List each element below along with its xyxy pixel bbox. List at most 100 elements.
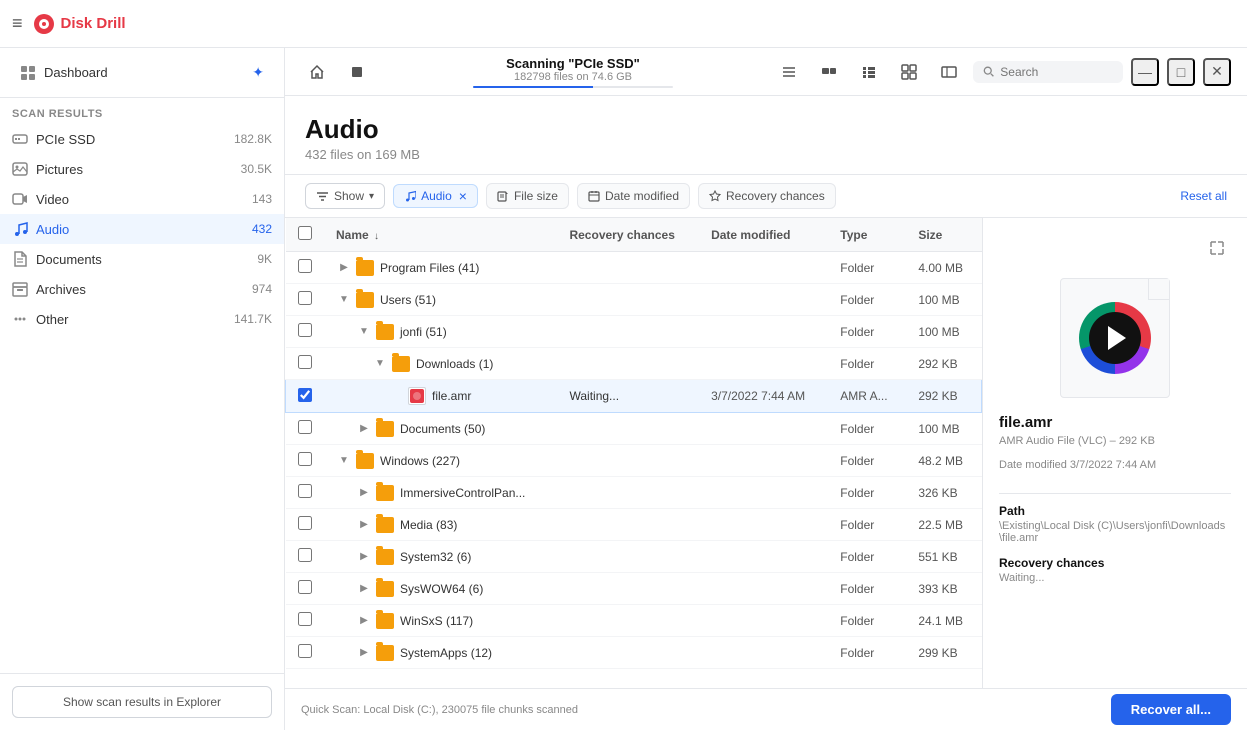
date-cell: [699, 573, 828, 605]
col-name[interactable]: Name ↓: [324, 218, 557, 252]
row-checkbox[interactable]: [298, 355, 312, 369]
sidebar-item-pictures[interactable]: Pictures 30.5K: [0, 154, 284, 184]
date-cell: [699, 637, 828, 669]
reset-all-link[interactable]: Reset all: [1180, 189, 1227, 203]
table-row[interactable]: ▶Documents (50)Folder100 MB: [286, 413, 982, 445]
table-row[interactable]: ▶SysWOW64 (6)Folder393 KB: [286, 573, 982, 605]
row-checkbox[interactable]: [298, 484, 312, 498]
video-icon: [12, 191, 28, 207]
row-checkbox[interactable]: [298, 548, 312, 562]
expand-button[interactable]: ▶: [336, 260, 352, 276]
file-name: ImmersiveControlPan...: [400, 486, 525, 500]
home-button[interactable]: [301, 56, 333, 88]
type-cell: Folder: [828, 348, 906, 380]
date-cell: 3/7/2022 7:44 AM: [699, 380, 828, 413]
row-checkbox[interactable]: [298, 612, 312, 626]
table-row[interactable]: ▶Media (83)Folder22.5 MB: [286, 509, 982, 541]
table-row[interactable]: ▶SystemApps (12)Folder299 KB: [286, 637, 982, 669]
search-input[interactable]: [1000, 65, 1113, 79]
sidebar-item-label-docs: Documents: [36, 252, 249, 267]
search-icon: [983, 65, 994, 78]
row-checkbox[interactable]: [298, 291, 312, 305]
sidebar-item-archives[interactable]: Archives 974: [0, 274, 284, 304]
recover-button[interactable]: Recover all...: [1111, 694, 1231, 725]
row-checkbox[interactable]: [298, 580, 312, 594]
expand-button[interactable]: ▶: [356, 421, 372, 437]
sidebar-item-documents[interactable]: Documents 9K: [0, 244, 284, 274]
folder-icon: [356, 453, 374, 469]
show-explorer-button[interactable]: Show scan results in Explorer: [12, 686, 272, 718]
expand-button[interactable]: ▼: [336, 292, 352, 308]
table-row[interactable]: ▶WinSxS (117)Folder24.1 MB: [286, 605, 982, 637]
expand-button[interactable]: ▶: [356, 549, 372, 565]
minimize-button[interactable]: —: [1131, 58, 1159, 86]
table-row[interactable]: ▼Users (51)Folder100 MB: [286, 284, 982, 316]
stop-button[interactable]: [341, 56, 373, 88]
row-checkbox[interactable]: [298, 323, 312, 337]
row-checkbox[interactable]: [298, 420, 312, 434]
folder-icon: [376, 549, 394, 565]
table-row[interactable]: ▶System32 (6)Folder551 KB: [286, 541, 982, 573]
view-list-button[interactable]: [853, 56, 885, 88]
audio-chip-close[interactable]: ×: [459, 189, 467, 203]
row-checkbox[interactable]: [298, 644, 312, 658]
expand-button[interactable]: ▶: [356, 645, 372, 661]
view-grid-button[interactable]: [893, 56, 925, 88]
play-button: [1089, 312, 1141, 364]
table-row[interactable]: ▼jonfi (51)Folder100 MB: [286, 316, 982, 348]
view-compact-button[interactable]: [773, 56, 805, 88]
date-modified-filter[interactable]: Date modified: [577, 183, 690, 209]
show-filter-button[interactable]: Show ▾: [305, 183, 385, 209]
file-size-filter[interactable]: File size: [486, 183, 569, 209]
table-row[interactable]: ▼Downloads (1)Folder292 KB: [286, 348, 982, 380]
row-checkbox[interactable]: [298, 452, 312, 466]
recovery-chances-filter[interactable]: Recovery chances: [698, 183, 836, 209]
sidebar-item-audio[interactable]: Audio 432: [0, 214, 284, 244]
table-row[interactable]: ▼Windows (227)Folder48.2 MB: [286, 445, 982, 477]
table-row[interactable]: file.amrWaiting...3/7/2022 7:44 AMAMR A.…: [286, 380, 982, 413]
expand-button[interactable]: ▶: [356, 581, 372, 597]
search-box[interactable]: [973, 61, 1123, 83]
dashboard-button[interactable]: Dashboard ✦: [12, 58, 272, 87]
sidebar-item-pcie-ssd[interactable]: PCIe SSD 182.8K: [0, 124, 284, 154]
detail-panel: file.amr AMR Audio File (VLC) – 292 KB D…: [982, 218, 1247, 688]
table-row[interactable]: ▶Program Files (41)Folder4.00 MB: [286, 252, 982, 284]
row-checkbox[interactable]: [298, 516, 312, 530]
sidebar-item-label-other: Other: [36, 312, 226, 327]
expand-button[interactable]: ▼: [356, 324, 372, 340]
file-name: SysWOW64 (6): [400, 582, 483, 596]
audio-filter-chip[interactable]: Audio ×: [393, 184, 478, 208]
menu-icon[interactable]: ≡: [12, 13, 23, 34]
close-button[interactable]: ✕: [1203, 58, 1231, 86]
view-folder-button[interactable]: [813, 56, 845, 88]
expand-button[interactable]: ▶: [356, 485, 372, 501]
archive-icon: [12, 281, 28, 297]
select-all-checkbox[interactable]: [298, 226, 312, 240]
sidebar-item-other[interactable]: Other 141.7K: [0, 304, 284, 334]
col-type: Type: [828, 218, 906, 252]
grid-icon: [901, 64, 917, 80]
expand-button[interactable]: ▶: [356, 517, 372, 533]
drive-icon: [12, 131, 28, 147]
date-cell: [699, 284, 828, 316]
expand-button[interactable]: ▼: [336, 453, 352, 469]
expand-panel-button[interactable]: [1203, 234, 1231, 262]
expand-button[interactable]: ▼: [372, 356, 388, 372]
folder-icon: [376, 581, 394, 597]
maximize-button[interactable]: □: [1167, 58, 1195, 86]
detail-meta: AMR Audio File (VLC) – 292 KB: [999, 435, 1231, 447]
detail-date: Date modified 3/7/2022 7:44 AM: [999, 459, 1231, 471]
view-preview-button[interactable]: [933, 56, 965, 88]
folder-icon: [376, 324, 394, 340]
row-checkbox[interactable]: [298, 259, 312, 273]
page-header: Audio 432 files on 169 MB: [285, 96, 1247, 175]
sidebar: Dashboard ✦ Scan results PCIe SSD 182.8K…: [0, 48, 285, 730]
expand-button[interactable]: ▶: [356, 613, 372, 629]
date-cell: [699, 605, 828, 637]
file-size-label: File size: [514, 189, 558, 203]
table-row[interactable]: ▶ImmersiveControlPan...Folder326 KB: [286, 477, 982, 509]
sidebar-item-video[interactable]: Video 143: [0, 184, 284, 214]
folder-icon: [376, 421, 394, 437]
recovery-cell: [557, 252, 699, 284]
row-checkbox[interactable]: [298, 388, 312, 402]
